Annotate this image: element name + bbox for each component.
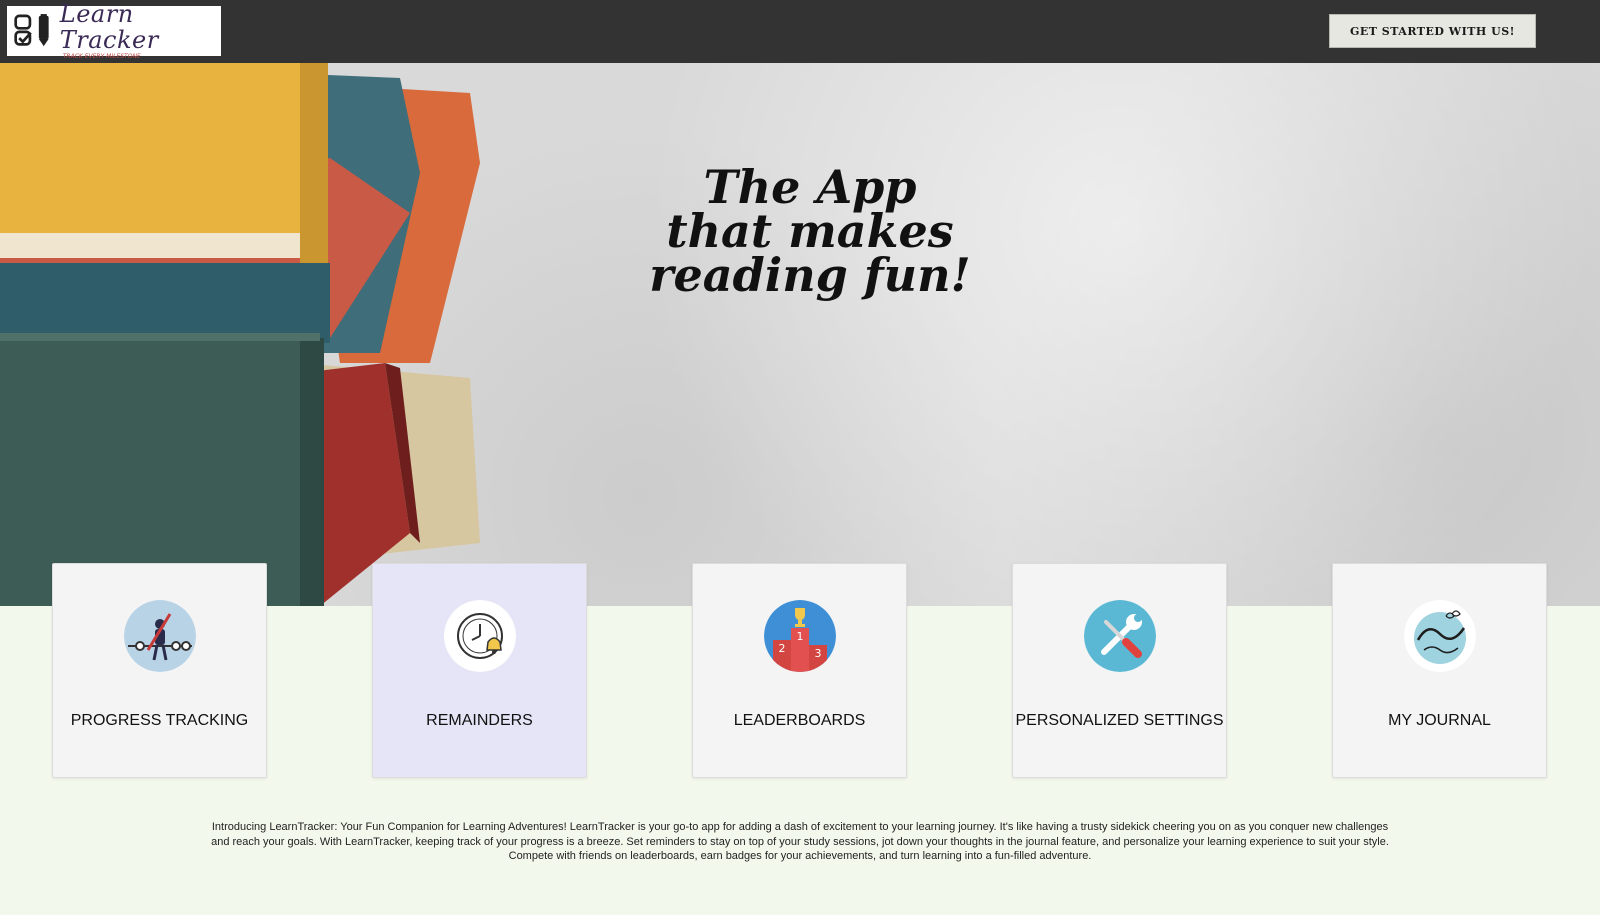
intro-paragraph: Introducing LearnTracker: Your Fun Compa… <box>211 821 1389 862</box>
feature-card-leaderboards[interactable]: 1 2 3 LEADERBOARDS <box>692 563 907 778</box>
app-logo[interactable]: Learn Tracker TRACK EVERY MILESTONE <box>7 1 221 60</box>
checklist-logo-icon <box>14 14 49 47</box>
podium-trophy-icon: 1 2 3 <box>764 600 836 672</box>
logo-name: Learn Tracker <box>59 0 159 54</box>
feature-card-my-journal[interactable]: MY JOURNAL <box>1332 563 1547 778</box>
hero-headline-line-1: The App <box>703 160 917 214</box>
feature-card-personalized-settings[interactable]: PERSONALIZED SETTINGS <box>1012 563 1227 778</box>
hero-section: The App that makes reading fun! <box>0 63 1600 606</box>
hero-headline-line-2: that makes <box>666 204 954 258</box>
feature-label: PERSONALIZED SETTINGS <box>1015 712 1224 729</box>
logo-tagline: TRACK EVERY MILESTONE <box>62 53 141 60</box>
get-started-button[interactable]: GET STARTED WITH US! <box>1329 14 1536 48</box>
alarm-clock-icon <box>444 600 516 672</box>
svg-text:1: 1 <box>797 630 804 643</box>
feature-card-remainders[interactable]: REMAINDERS <box>372 563 587 778</box>
top-navigation-bar: Learn Tracker TRACK EVERY MILESTONE GET … <box>0 0 1600 63</box>
journal-icon <box>1404 600 1476 672</box>
stacked-books-image <box>0 63 480 606</box>
svg-text:2: 2 <box>779 642 786 655</box>
feature-label: MY JOURNAL <box>1388 712 1491 729</box>
svg-text:3: 3 <box>815 647 822 660</box>
hero-headline: The App that makes reading fun! <box>610 160 1010 302</box>
hero-headline-line-3: reading fun! <box>649 248 971 302</box>
feature-label: PROGRESS TRACKING <box>70 712 249 729</box>
progress-tracking-icon <box>124 600 196 672</box>
feature-label: LEADERBOARDS <box>733 712 866 729</box>
wrench-screwdriver-icon <box>1084 600 1156 672</box>
feature-card-progress-tracking[interactable]: PROGRESS TRACKING <box>52 563 267 778</box>
feature-label: REMAINDERS <box>426 712 533 729</box>
